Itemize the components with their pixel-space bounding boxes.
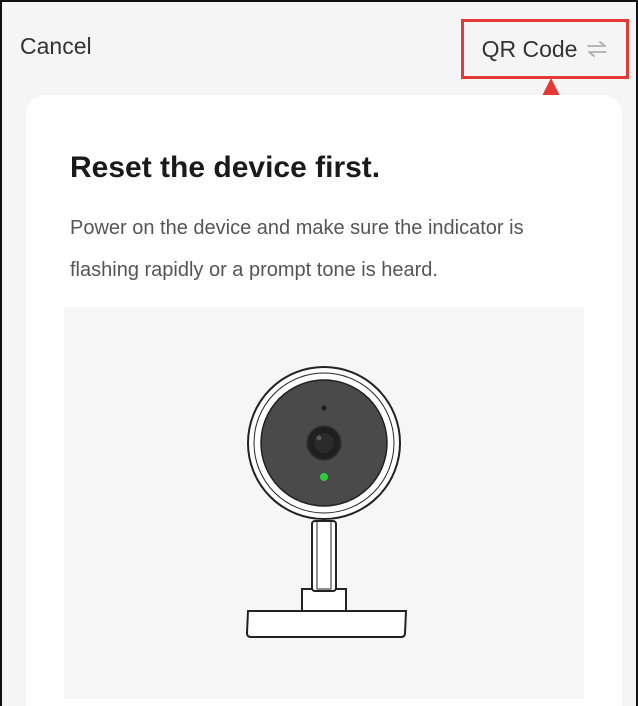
instruction-card: Reset the device first. Power on the dev…: [26, 95, 622, 706]
device-illustration: [64, 307, 584, 699]
qr-code-label: QR Code: [481, 35, 578, 62]
camera-illustration: [245, 366, 408, 638]
screen: Cancel QR Code Reset the device first. P…: [0, 0, 638, 706]
qr-code-button[interactable]: QR Code: [461, 19, 629, 79]
indicator-light: [320, 473, 328, 481]
cancel-button[interactable]: Cancel: [20, 33, 92, 60]
page-title: Reset the device first.: [70, 151, 381, 184]
swap-arrows-icon: [586, 40, 608, 58]
instruction-text: Power on the device and make sure the in…: [70, 217, 524, 281]
